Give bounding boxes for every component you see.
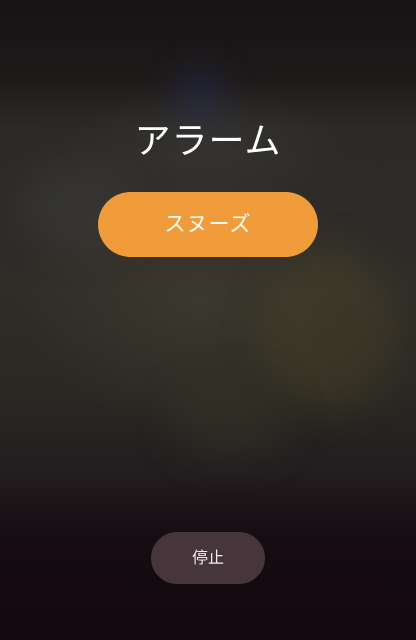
background-blur-spot	[260, 250, 400, 410]
background-blur-spot	[180, 70, 220, 120]
alarm-screen: アラーム スヌーズ 停止	[0, 0, 416, 640]
snooze-button[interactable]: スヌーズ	[98, 192, 318, 257]
stop-button[interactable]: 停止	[151, 532, 265, 584]
background-blur-spot	[170, 380, 290, 460]
alarm-title: アラーム	[134, 121, 282, 162]
